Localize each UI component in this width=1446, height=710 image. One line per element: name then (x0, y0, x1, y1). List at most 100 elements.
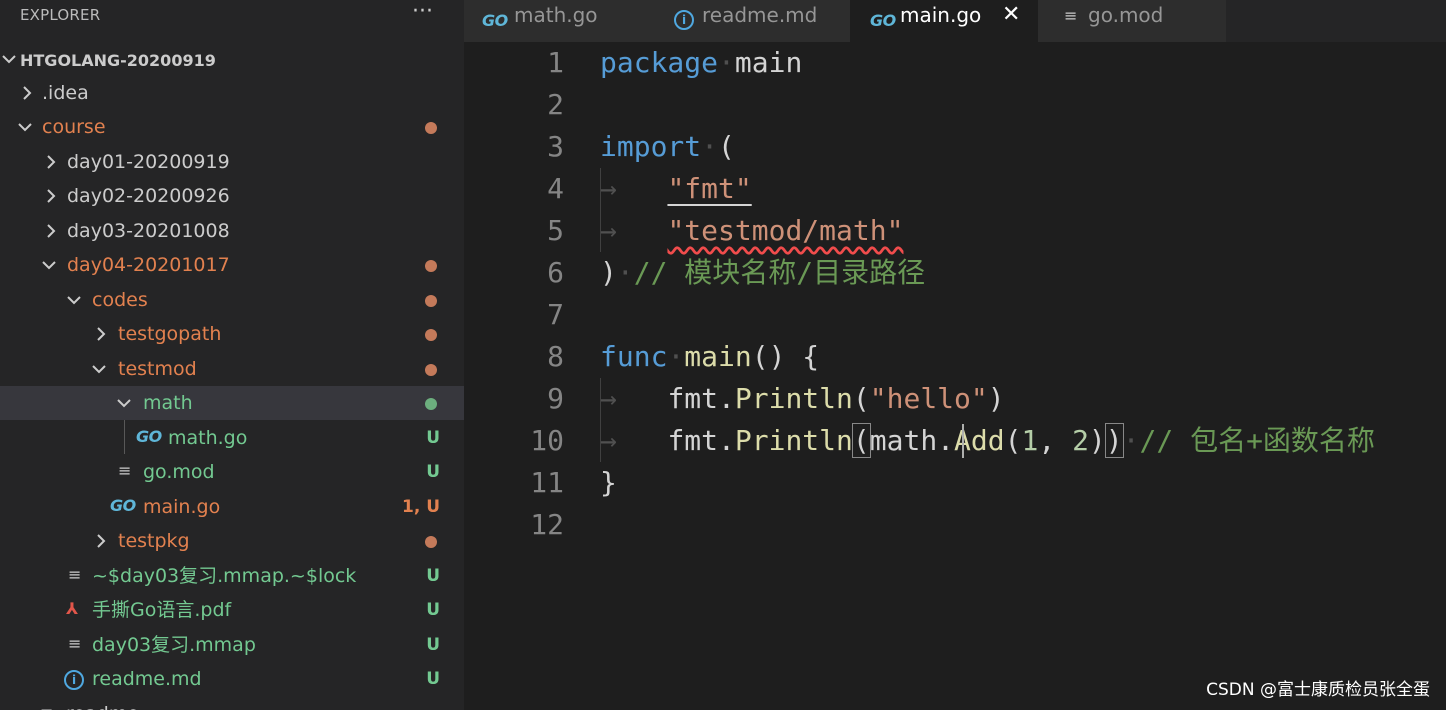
tab-main-go[interactable]: GO main.go ✕ (850, 0, 1039, 42)
modified-dot (425, 329, 437, 341)
chevron-down-icon (92, 361, 106, 377)
tree-item-readme[interactable]: ≡ readme (0, 697, 464, 710)
tree-item-day04[interactable]: day04-20201017 (0, 248, 464, 282)
more-actions-icon[interactable]: ··· (412, 0, 433, 24)
tree-item-testgopath[interactable]: testgopath (0, 317, 464, 351)
chevron-right-icon (44, 188, 58, 204)
tree-item-day02[interactable]: day02-20200926 (0, 179, 464, 213)
modified-dot (425, 260, 437, 272)
tree-item-codes[interactable]: codes (0, 283, 464, 317)
chevron-right-icon (44, 154, 58, 170)
tree-item-day01[interactable]: day01-20200919 (0, 145, 464, 179)
tree-item-math[interactable]: math (0, 386, 464, 420)
tab-label: go.mod (1088, 3, 1164, 27)
tree-item-readme-md[interactable]: i readme.md U (0, 662, 464, 696)
lines-file-icon: ≡ (68, 565, 82, 584)
tree-item-main-go[interactable]: GO main.go 1, U (0, 490, 464, 524)
tree-item-pdf[interactable]: ⅄ 手撕Go语言.pdf U (0, 593, 464, 627)
tab-go-mod[interactable]: ≡ go.mod (1038, 0, 1227, 42)
git-status-badge: U (426, 462, 440, 482)
tree-item-label: course (42, 116, 106, 138)
tree-item-label: readme.md (92, 668, 202, 690)
code-line-9: → fmt.Println("hello") (600, 382, 1005, 415)
explorer-header: EXPLORER ··· (0, 0, 464, 30)
lines-file-icon: ≡ (68, 634, 82, 653)
chevron-down-icon (2, 51, 16, 67)
tree-item-math-go[interactable]: GO math.go U (0, 421, 464, 455)
tree-item-day03[interactable]: day03-20201008 (0, 214, 464, 248)
line-number: 11 (530, 466, 564, 499)
chevron-down-icon (67, 292, 81, 308)
git-status-badge: 1, U (401, 497, 440, 517)
tree-item-label: main.go (143, 496, 221, 518)
git-status-badge: U (426, 600, 440, 620)
line-number: 1 (547, 46, 564, 79)
git-status-badge: U (426, 428, 440, 448)
workspace-root-label: HTGOLANG-20200919 (20, 51, 216, 70)
line-number: 12 (530, 508, 564, 541)
go-file-icon: GO (136, 427, 162, 446)
untracked-dot (425, 398, 437, 410)
workspace-root[interactable]: HTGOLANG-20200919 (0, 42, 464, 76)
tree-item-idea[interactable]: .idea (0, 76, 464, 110)
git-status-badge: U (426, 669, 440, 689)
line-number: 5 (547, 214, 564, 247)
go-file-icon: GO (870, 11, 896, 30)
modified-dot (425, 122, 437, 134)
code-line-8: func·main() { (600, 340, 820, 373)
tree-item-label: day01-20200919 (67, 151, 230, 173)
tree-item-label: day03复习.mmap (92, 634, 256, 656)
modified-dot (425, 295, 437, 307)
explorer-sidebar: EXPLORER ··· HTGOLANG-20200919 .idea cou… (0, 0, 464, 710)
tree-item-label: math (143, 392, 193, 414)
modified-dot (425, 364, 437, 376)
tree-item-testmod[interactable]: testmod (0, 352, 464, 386)
tree-item-label: math.go (168, 427, 248, 449)
code-line-11: } (600, 466, 617, 499)
tree-item-mmap[interactable]: ≡ day03复习.mmap U (0, 628, 464, 662)
line-number: 9 (547, 382, 564, 415)
close-icon[interactable]: ✕ (1002, 2, 1020, 27)
lines-file-icon: ≡ (40, 703, 53, 710)
line-number: 2 (547, 88, 564, 121)
modified-dot (425, 536, 437, 548)
tab-label: main.go (900, 3, 982, 27)
tab-label: math.go (514, 3, 598, 27)
chevron-down-icon (18, 119, 32, 135)
code-line-3: import·( (600, 130, 735, 163)
editor-tab-bar: GO math.go i readme.md GO main.go ✕ ≡ go… (464, 0, 1446, 42)
tree-item-go-mod[interactable]: ≡ go.mod U (0, 455, 464, 489)
code-editor[interactable]: 1 2 3 4 5 6 7 8 9 10 11 12 package·main … (464, 42, 1446, 710)
tree-item-label: day03-20201008 (67, 220, 230, 242)
tab-readme-md[interactable]: i readme.md (652, 0, 851, 42)
line-number: 10 (530, 424, 564, 457)
explorer-title: EXPLORER (20, 6, 101, 24)
info-icon: i (64, 669, 84, 690)
git-status-badge: U (426, 566, 440, 586)
chevron-right-icon (94, 533, 108, 549)
tree-item-course[interactable]: course (0, 110, 464, 144)
go-file-icon: GO (482, 11, 508, 30)
tree-item-label: day04-20201017 (67, 254, 230, 276)
git-status-badge: U (426, 635, 440, 655)
go-file-icon: GO (110, 496, 136, 515)
tab-math-go[interactable]: GO math.go (464, 0, 653, 42)
info-icon: i (674, 9, 694, 30)
line-number: 6 (547, 256, 564, 289)
line-number: 7 (547, 298, 564, 331)
code-line-6: )·// 模块名称/目录路径 (600, 256, 926, 289)
chevron-right-icon (20, 85, 34, 101)
tab-label: readme.md (702, 3, 818, 27)
tree-item-label: readme (66, 703, 139, 710)
lines-file-icon: ≡ (118, 461, 132, 480)
pdf-file-icon: ⅄ (66, 599, 79, 618)
code-line-10: → fmt.Println(math.Add(1, 2))·// 包名+函数名称 (600, 423, 1375, 458)
tree-item-label: .idea (42, 82, 89, 104)
tree-item-label: ~$day03复习.mmap.~$lock (92, 565, 357, 587)
tree-item-label: day02-20200926 (67, 185, 230, 207)
chevron-down-icon (42, 257, 56, 273)
chevron-right-icon (44, 223, 58, 239)
tree-item-testpkg[interactable]: testpkg (0, 524, 464, 558)
chevron-down-icon (117, 395, 131, 411)
tree-item-lock-file[interactable]: ≡ ~$day03复习.mmap.~$lock U (0, 559, 464, 593)
